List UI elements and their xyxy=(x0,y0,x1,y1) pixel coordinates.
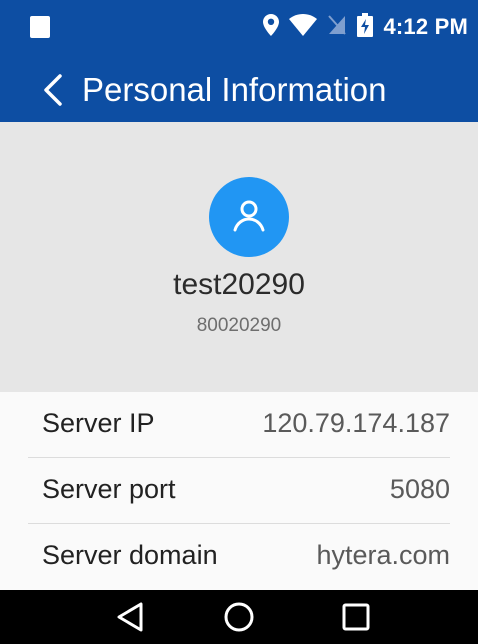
profile-number: 80020290 xyxy=(196,315,282,336)
personal-information-screen: 4:12 PM Personal Information test20290 8… xyxy=(0,0,478,644)
server-domain-label: Server domain xyxy=(42,540,218,570)
status-time: 4:12 PM xyxy=(383,14,468,39)
server-ip-value: 120.79.174.187 xyxy=(262,408,450,438)
info-row-server-domain: Server domain hytera.com xyxy=(0,524,478,590)
location-icon xyxy=(263,13,280,41)
server-port-value: 5080 xyxy=(389,474,450,504)
server-domain-value: hytera.com xyxy=(316,540,450,570)
nav-home-button[interactable] xyxy=(221,599,257,635)
nav-back-button[interactable] xyxy=(112,599,148,635)
notification-square-icon xyxy=(30,16,50,38)
profile-name: test20290 xyxy=(173,268,305,301)
server-port-label: Server port xyxy=(42,474,176,504)
battery-charging-icon xyxy=(357,12,374,42)
status-bar: 4:12 PM xyxy=(0,0,478,60)
app-header: Personal Information xyxy=(0,60,478,122)
avatar xyxy=(209,177,289,257)
nav-home-icon xyxy=(224,602,254,632)
info-row-server-port: Server port 5080 xyxy=(0,458,478,524)
wifi-icon xyxy=(289,13,318,41)
server-info-list: Server IP 120.79.174.187 Server port 508… xyxy=(0,392,478,590)
back-button[interactable] xyxy=(36,70,70,110)
nav-recents-button[interactable] xyxy=(338,599,374,635)
profile-panel: test20290 80020290 xyxy=(0,122,478,392)
nav-recents-icon xyxy=(342,603,370,631)
user-icon xyxy=(233,200,265,232)
no-sim-icon xyxy=(327,14,347,41)
navigation-bar xyxy=(0,590,478,644)
nav-back-icon xyxy=(117,602,143,632)
info-row-server-ip: Server IP 120.79.174.187 xyxy=(0,392,478,458)
page-title: Personal Information xyxy=(82,71,387,108)
chevron-left-icon xyxy=(44,74,62,106)
server-ip-label: Server IP xyxy=(42,408,155,438)
status-icons: 4:12 PM xyxy=(263,12,468,42)
